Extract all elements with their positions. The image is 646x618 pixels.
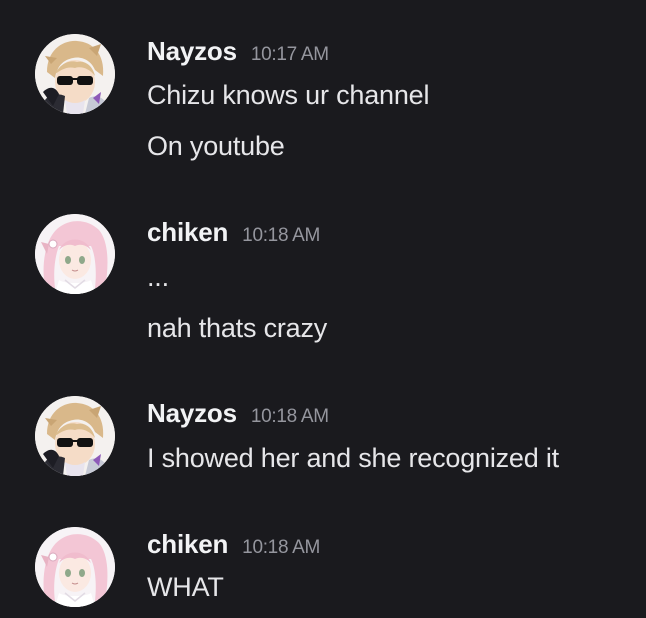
sunglasses-anime-avatar-icon [35,34,115,114]
message-text: Chizu knows ur channel [147,80,430,110]
message-text: On youtube [147,131,285,161]
avatar-chiken[interactable] [35,214,115,294]
author-name[interactable]: chiken [147,217,228,247]
timestamp[interactable]: 10:18 AM [242,537,320,558]
message-header: chiken 10:18 AM [147,529,320,560]
author-name[interactable]: Nayzos [147,398,237,428]
timestamp[interactable]: 10:18 AM [251,406,329,427]
avatar-chiken[interactable] [35,527,115,607]
sunglasses-anime-avatar-icon [35,396,115,476]
avatar-nayzos[interactable] [35,396,115,476]
pink-hair-anime-avatar-icon [35,214,115,294]
message-text: WHAT [147,572,224,602]
message-text: nah thats crazy [147,313,328,343]
author-name[interactable]: Nayzos [147,36,237,66]
message-header: Nayzos 10:17 AM [147,36,329,67]
avatar-nayzos[interactable] [35,34,115,114]
timestamp[interactable]: 10:18 AM [242,225,320,246]
author-name[interactable]: chiken [147,529,228,559]
pink-hair-anime-avatar-icon [35,527,115,607]
message-header: Nayzos 10:18 AM [147,398,329,429]
message-text: ... [147,262,169,292]
timestamp[interactable]: 10:17 AM [251,44,329,65]
message-header: chiken 10:18 AM [147,217,320,248]
message-text: I showed her and she recognized it [147,443,559,473]
